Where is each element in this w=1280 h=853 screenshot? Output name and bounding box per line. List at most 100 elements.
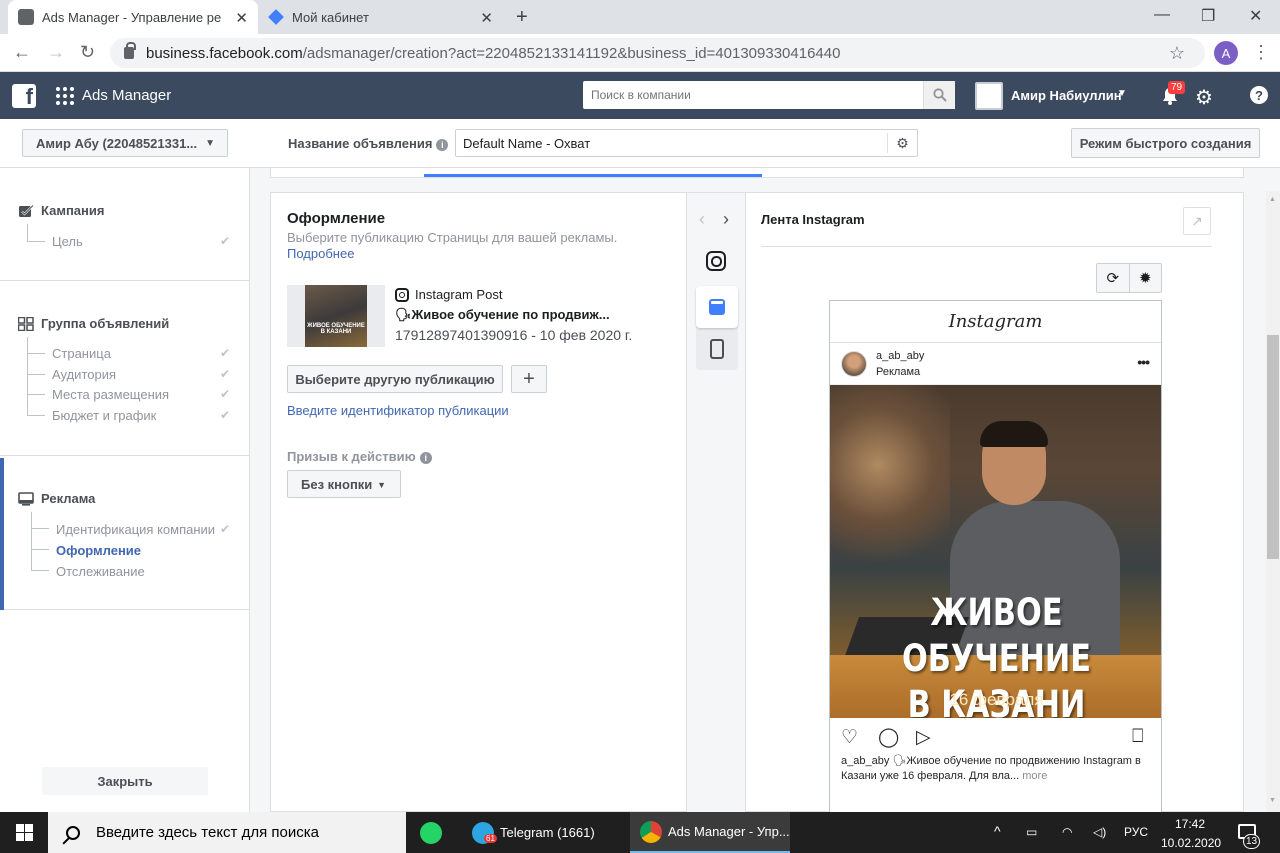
url-field[interactable]: business.facebook.com/adsmanager/creatio… [110, 38, 1205, 68]
sidebar-campaign-label: Кампания [41, 203, 105, 218]
taskbar-chrome[interactable]: Ads Manager - Упр... [630, 812, 790, 853]
windows-start-icon[interactable] [16, 824, 33, 841]
external-link-icon[interactable]: ↗ [1183, 207, 1211, 235]
sidebar-item-tracking[interactable]: Отслеживание [56, 564, 145, 579]
close-window-icon[interactable]: ✕ [1249, 6, 1262, 26]
sidebar-item-identity[interactable]: Идентификация компании [56, 522, 215, 537]
creative-settings: Оформление Выберите публикацию Страницы … [271, 193, 686, 813]
learn-more-link[interactable]: Подробнее [287, 246, 354, 261]
ad-name-input[interactable] [456, 130, 887, 156]
thumbnail-text: ЖИВОЕ ОБУЧЕНИЕ В КАЗАНИ [307, 323, 365, 335]
bug-icon[interactable]: ✹ [1128, 264, 1162, 292]
avatar [841, 351, 867, 377]
section-subtitle: Выберите публикацию Страницы для вашей р… [287, 230, 618, 245]
profile-avatar[interactable]: A [1214, 41, 1238, 65]
placement-stories[interactable] [696, 328, 738, 370]
minimize-icon[interactable]: — [1154, 6, 1170, 24]
close-tab-icon[interactable]: ✕ [235, 9, 248, 27]
reload-icon[interactable]: ↻ [80, 42, 95, 63]
post-type-label: Instagram Post [415, 287, 503, 302]
url-path: /adsmanager/creation?act=220485213314119… [302, 44, 841, 62]
choose-other-post-button[interactable]: Выберите другую публикацию [287, 365, 503, 393]
browser-tab-ads-manager[interactable]: Ads Manager - Управление рекл ✕ [8, 0, 258, 34]
wifi-icon[interactable]: ◠ [1062, 825, 1072, 839]
sidebar-item-audience[interactable]: Аудитория [52, 367, 116, 382]
tree-line [27, 224, 28, 241]
sidebar-adset-header[interactable]: Группа объявлений [18, 316, 169, 331]
info-icon[interactable]: i [436, 139, 449, 151]
caret-down-icon: ▼ [377, 480, 386, 490]
tree-line [27, 353, 45, 354]
whatsapp-icon [420, 821, 442, 844]
instagram-icon [706, 251, 726, 271]
scroll-up-icon[interactable]: ▲ [1269, 196, 1276, 203]
scroll-down-icon[interactable]: ▼ [1269, 797, 1276, 804]
business-search-input[interactable] [583, 81, 923, 109]
info-icon[interactable]: i [419, 452, 432, 464]
sidebar-item-goal[interactable]: Цель [52, 234, 83, 249]
prev-arrow-icon[interactable]: ‹ [699, 209, 705, 230]
enter-post-id-link[interactable]: Введите идентификатор публикации [287, 403, 509, 418]
post-thumbnail[interactable]: ЖИВОЕ ОБУЧЕНИЕ В КАЗАНИ [287, 285, 385, 347]
sidebar-item-placements[interactable]: Места размещения [52, 387, 169, 402]
search-button[interactable] [923, 81, 955, 109]
page-scrollbar[interactable]: ▲ ▼ [1266, 191, 1280, 812]
app-name[interactable]: Ads Manager [82, 87, 171, 104]
taskbar-whatsapp[interactable] [420, 812, 448, 853]
sidebar-campaign-header[interactable]: Кампания [18, 203, 104, 218]
chevron-up-icon[interactable]: ^ [994, 823, 1001, 839]
add-post-button[interactable]: + [511, 365, 547, 393]
ad-account-select[interactable]: Амир Абу (22048521331... ▼ [22, 129, 228, 157]
scroll-thumb[interactable] [1267, 335, 1279, 559]
tree-line [27, 394, 45, 395]
forward-icon[interactable]: → [47, 42, 65, 63]
sidebar-ad-header[interactable]: Реклама [18, 491, 95, 506]
sidebar-ad-label: Реклама [41, 491, 96, 506]
language-indicator[interactable]: РУС [1124, 825, 1148, 839]
clock-date[interactable]: 10.02.2020 [1161, 836, 1221, 850]
taskbar-telegram[interactable]: 61 Telegram (1661) [466, 812, 626, 853]
ad-name-settings-gear-icon[interactable]: ⚙ [887, 133, 917, 153]
browser-tab-cabinet[interactable]: Мой кабинет ✕ [258, 0, 503, 34]
sidebar-item-budget[interactable]: Бюджет и график [52, 408, 156, 423]
help-icon[interactable]: ? [1250, 86, 1268, 104]
back-icon[interactable]: ← [13, 42, 31, 63]
quick-create-button[interactable]: Режим быстрого создания [1071, 128, 1260, 158]
battery-icon[interactable]: ▭ [1026, 825, 1037, 839]
chevron-down-icon[interactable]: ▼ [1117, 88, 1127, 99]
sidebar-item-page[interactable]: Страница [52, 346, 111, 361]
close-button[interactable]: Закрыть [42, 767, 208, 795]
tab-title: Мой кабинет [292, 9, 369, 25]
taskbar-search[interactable]: Введите здесь текст для поиска [48, 812, 406, 853]
more-options-icon: ••• [1137, 354, 1150, 370]
post-meta: 17912897401390916 - 10 фев 2020 г. [395, 327, 633, 343]
placement-feed[interactable] [696, 286, 738, 328]
check-icon: ✔ [220, 367, 231, 381]
sidebar-item-creative[interactable]: Оформление [56, 543, 141, 558]
placement-selector: ‹ › [686, 193, 746, 813]
refresh-icon[interactable]: ⟳ [1097, 264, 1129, 292]
ad-name-label: Название объявления i [288, 136, 449, 151]
image-headline-line1: ЖИВОЕ ОБУЧЕНИЕ [901, 591, 1092, 680]
next-arrow-icon[interactable]: › [723, 209, 729, 230]
image-date: 16 февраля [949, 690, 1044, 709]
close-tab-icon[interactable]: ✕ [480, 9, 493, 27]
ad-preview: Лента Instagram ↗ ⟳ ✹ Instagram a_ab_aby… [747, 193, 1245, 813]
facebook-logo-icon[interactable]: f [12, 84, 36, 108]
new-tab-icon[interactable]: + [516, 6, 528, 29]
chrome-label: Ads Manager - Упр... [668, 824, 790, 839]
preview-title: Лента Instagram [761, 212, 865, 227]
user-name[interactable]: Амир Набиуллин [1011, 88, 1122, 103]
bookmark-star-icon[interactable]: ☆ [1169, 43, 1185, 64]
browser-menu-icon[interactable]: ⋮ [1252, 42, 1270, 63]
restore-icon[interactable]: ❐ [1201, 6, 1215, 26]
gear-icon[interactable]: ⚙ [1195, 85, 1213, 110]
address-bar-row: ← → ↻ business.facebook.com/adsmanager/c… [0, 34, 1280, 72]
volume-icon[interactable]: ◁) [1093, 825, 1106, 839]
app-grid-icon[interactable] [56, 87, 74, 105]
search-icon [66, 825, 80, 840]
cta-dropdown[interactable]: Без кнопки ▼ [287, 470, 401, 498]
clock-time[interactable]: 17:42 [1175, 817, 1205, 831]
placement-instagram[interactable] [706, 251, 732, 274]
business-avatar[interactable] [975, 82, 1003, 110]
